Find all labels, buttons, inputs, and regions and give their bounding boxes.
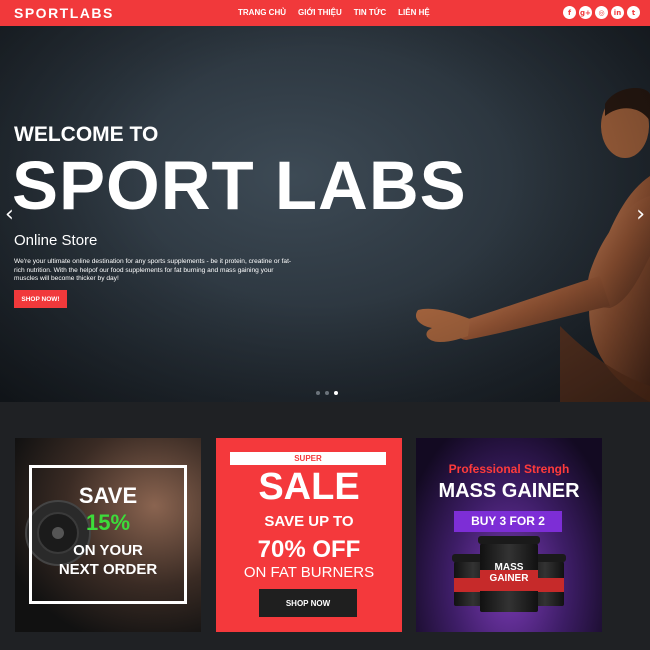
google-plus-icon[interactable]: g+ bbox=[579, 6, 592, 19]
linkedin-icon[interactable]: in bbox=[611, 6, 624, 19]
slider-dot[interactable] bbox=[316, 391, 320, 395]
promo-card-super-sale[interactable]: SUPER SALE SAVE UP TO 70% OFF ON FAT BUR… bbox=[216, 438, 402, 632]
save-up-to-text: SAVE UP TO bbox=[264, 513, 354, 530]
twitter-icon[interactable]: t bbox=[627, 6, 640, 19]
hero-slider: WELCOME TO SPORT LABS Online Store We're… bbox=[0, 26, 650, 402]
mass-gainer-title: MASS GAINER bbox=[438, 480, 580, 502]
promo-save-text: SAVE bbox=[78, 483, 138, 508]
sale-text: SALE bbox=[258, 466, 360, 508]
top-bar: SPORTLABS TRANG CHỦ GIỚI THIỆU TIN TỨC L… bbox=[0, 0, 650, 26]
nav-item-news[interactable]: TIN TỨC bbox=[354, 8, 386, 17]
instagram-icon[interactable]: ◎ bbox=[595, 6, 608, 19]
slider-dot[interactable] bbox=[325, 391, 329, 395]
nav-item-home[interactable]: TRANG CHỦ bbox=[238, 8, 286, 17]
shop-now-button[interactable]: SHOP NOW! bbox=[14, 290, 67, 308]
product-tub-center: MASS GAINER bbox=[478, 536, 540, 612]
promo-next-order-text: NEXT ORDER bbox=[58, 561, 158, 578]
promo-percent-text: 15% bbox=[85, 510, 131, 535]
professional-strength-text: Professional Strengh bbox=[448, 462, 570, 476]
buy-3-for-2-badge: BUY 3 FOR 2 bbox=[454, 511, 562, 532]
slider-dots bbox=[316, 391, 338, 395]
hero-title: SPORT LABS bbox=[12, 147, 467, 224]
product-label: MASS GAINER bbox=[489, 561, 529, 584]
social-links: f g+ ◎ in t bbox=[563, 6, 640, 19]
facebook-icon[interactable]: f bbox=[563, 6, 576, 19]
site-logo[interactable]: SPORTLABS bbox=[14, 5, 114, 21]
super-badge: SUPER bbox=[230, 452, 386, 465]
chevron-right-icon[interactable]: › bbox=[636, 202, 645, 227]
promo-card-mass-gainer[interactable]: Professional Strengh MASS GAINER BUY 3 F… bbox=[416, 438, 602, 632]
shop-now-banner-button[interactable]: SHOP NOW bbox=[259, 589, 357, 617]
hero-description: We're your ultimate online destination f… bbox=[14, 258, 292, 282]
promo-card-save-15[interactable]: SAVE 15% ON YOUR NEXT ORDER bbox=[15, 438, 201, 632]
hero-subtitle: Online Store bbox=[14, 232, 98, 249]
nav-item-contact[interactable]: LIÊN HỆ bbox=[398, 8, 430, 17]
seventy-off-text: 70% OFF bbox=[257, 536, 361, 563]
slider-dot-active[interactable] bbox=[334, 391, 338, 395]
promo-banners: SAVE 15% ON YOUR NEXT ORDER SUPER SALE S… bbox=[0, 402, 650, 650]
promo-on-your-text: ON YOUR bbox=[73, 542, 143, 559]
hero-welcome: WELCOME TO bbox=[14, 123, 159, 146]
chevron-left-icon[interactable]: ‹ bbox=[5, 202, 14, 227]
main-nav: TRANG CHỦ GIỚI THIỆU TIN TỨC LIÊN HỆ bbox=[238, 8, 430, 17]
fat-burners-text: ON FAT BURNERS bbox=[243, 564, 375, 581]
nav-item-about[interactable]: GIỚI THIỆU bbox=[298, 8, 342, 17]
